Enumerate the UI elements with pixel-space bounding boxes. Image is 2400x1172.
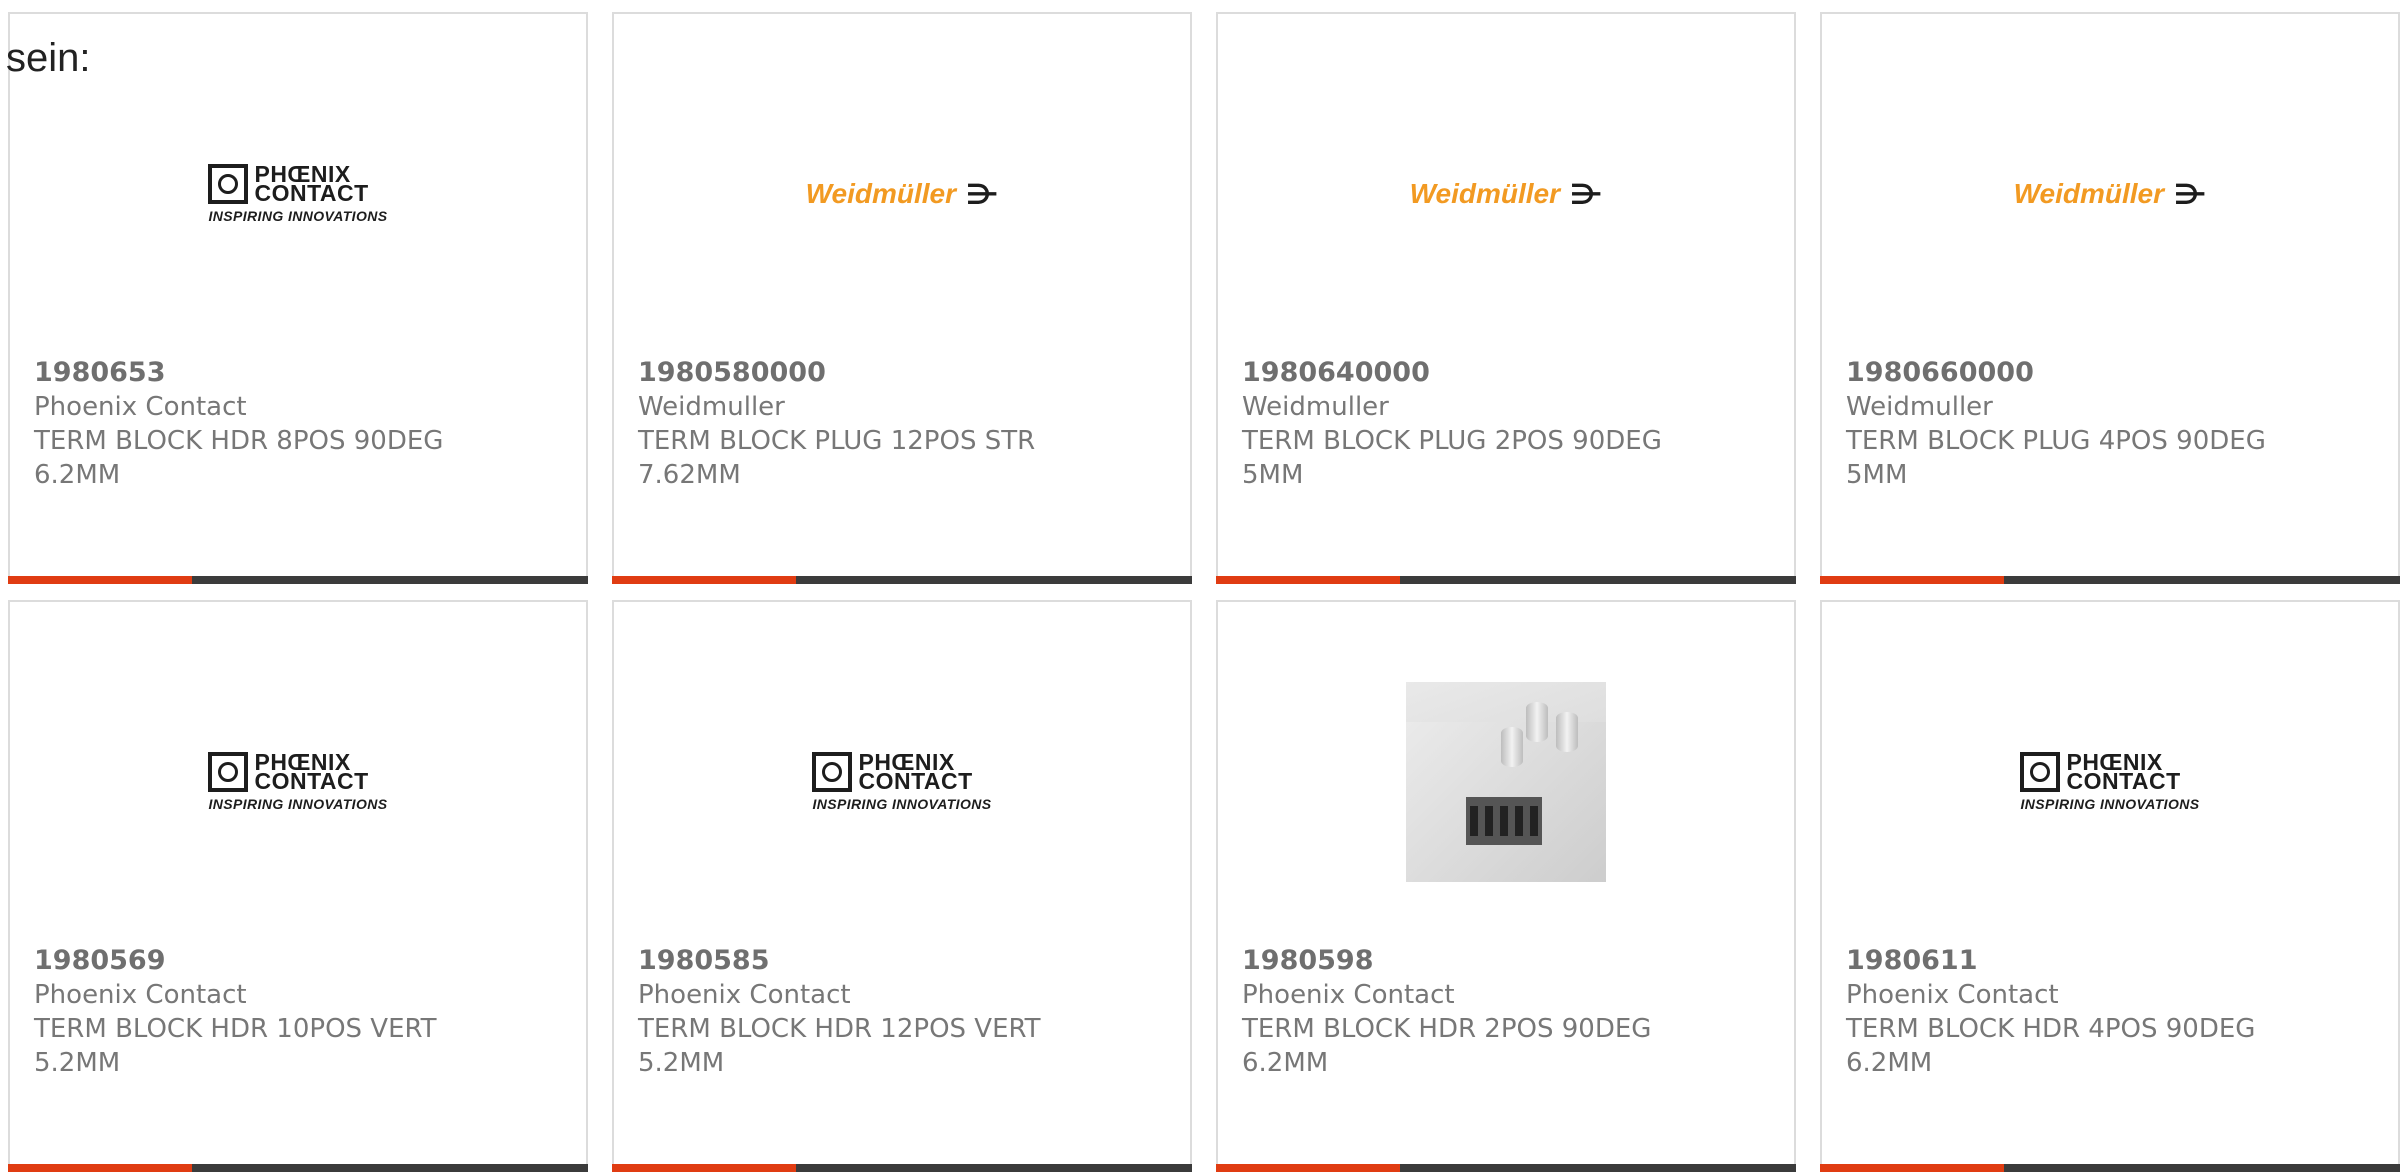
logo-line2: CONTACT	[858, 768, 973, 794]
part-number[interactable]: 1980580000	[638, 356, 1170, 390]
logo-tagline: INSPIRING INNOVATIONS	[208, 796, 388, 812]
manufacturer: Weidmuller	[1242, 392, 1389, 422]
card-bottom-bar	[1216, 576, 1796, 584]
description: TERM BLOCK HDR 12POS VERT 5.2MM	[638, 1014, 1041, 1078]
part-number[interactable]: 1980569	[34, 944, 566, 978]
manufacturer: Phoenix Contact	[1242, 980, 1455, 1010]
manufacturer-logo: PHŒNIX CONTACT INSPIRING INNOVATIONS	[10, 662, 586, 902]
product-image	[1218, 662, 1794, 902]
product-card[interactable]: Weidmüller ⋺ 1980580000 Weidmuller TERM …	[612, 12, 1192, 584]
manufacturer-logo: PHŒNIX CONTACT INSPIRING INNOVATIONS	[614, 662, 1190, 902]
weidmuller-symbol-icon: ⋺	[1569, 177, 1603, 211]
logo-name: Weidmüller	[1409, 178, 1560, 209]
logo-name: Weidmüller	[805, 178, 956, 209]
phoenix-contact-logo: PHŒNIX CONTACT INSPIRING INNOVATIONS	[208, 163, 388, 224]
weidmuller-logo: Weidmüller ⋺	[806, 178, 999, 211]
logo-line2: CONTACT	[254, 768, 369, 794]
description: TERM BLOCK HDR 8POS 90DEG 6.2MM	[34, 426, 444, 490]
manufacturer-logo: PHŒNIX CONTACT INSPIRING INNOVATIONS	[1822, 662, 2398, 902]
manufacturer: Phoenix Contact	[1846, 980, 2059, 1010]
logo-line2: CONTACT	[254, 180, 369, 206]
logo-tagline: INSPIRING INNOVATIONS	[812, 796, 992, 812]
description: TERM BLOCK HDR 2POS 90DEG 6.2MM	[1242, 1014, 1652, 1078]
phoenix-contact-logo: PHŒNIX CONTACT INSPIRING INNOVATIONS	[208, 751, 388, 812]
description: TERM BLOCK PLUG 12POS STR 7.62MM	[638, 426, 1036, 490]
phoenix-contact-logo: PHŒNIX CONTACT INSPIRING INNOVATIONS	[2020, 751, 2200, 812]
manufacturer: Weidmuller	[638, 392, 785, 422]
product-card[interactable]: PHŒNIX CONTACT INSPIRING INNOVATIONS 1980…	[8, 600, 588, 1172]
phoenix-contact-logo: PHŒNIX CONTACT INSPIRING INNOVATIONS	[812, 751, 992, 812]
weidmuller-logo: Weidmüller ⋺	[1410, 178, 1603, 211]
weidmuller-logo: Weidmüller ⋺	[2014, 178, 2207, 211]
manufacturer: Weidmuller	[1846, 392, 1993, 422]
product-card[interactable]: 1980598 Phoenix Contact TERM BLOCK HDR 2…	[1216, 600, 1796, 1172]
product-grid: PHŒNIX CONTACT INSPIRING INNOVATIONS 1980…	[0, 0, 2400, 1172]
phoenix-mark-icon	[2020, 752, 2061, 792]
part-number[interactable]: 1980585	[638, 944, 1170, 978]
part-number[interactable]: 1980598	[1242, 944, 1774, 978]
manufacturer: Phoenix Contact	[34, 392, 247, 422]
card-bottom-bar	[8, 1164, 588, 1172]
phoenix-mark-icon	[812, 752, 853, 792]
manufacturer: Phoenix Contact	[638, 980, 851, 1010]
product-card[interactable]: PHŒNIX CONTACT INSPIRING INNOVATIONS 1980…	[1820, 600, 2400, 1172]
description: TERM BLOCK PLUG 4POS 90DEG 5MM	[1846, 426, 2266, 490]
card-bottom-bar	[8, 576, 588, 584]
product-card[interactable]: PHŒNIX CONTACT INSPIRING INNOVATIONS 1980…	[8, 12, 588, 584]
logo-tagline: INSPIRING INNOVATIONS	[208, 208, 388, 224]
logo-line2: CONTACT	[2066, 768, 2181, 794]
logo-tagline: INSPIRING INNOVATIONS	[2020, 796, 2200, 812]
product-card[interactable]: Weidmüller ⋺ 1980660000 Weidmuller TERM …	[1820, 12, 2400, 584]
part-number[interactable]: 1980640000	[1242, 356, 1774, 390]
card-bottom-bar	[1216, 1164, 1796, 1172]
description: TERM BLOCK HDR 10POS VERT 5.2MM	[34, 1014, 437, 1078]
product-card[interactable]: Weidmüller ⋺ 1980640000 Weidmuller TERM …	[1216, 12, 1796, 584]
phoenix-mark-icon	[208, 164, 249, 204]
part-number[interactable]: 1980653	[34, 356, 566, 390]
intro-text: sein:	[6, 36, 91, 80]
manufacturer-logo: Weidmüller ⋺	[1822, 74, 2398, 314]
part-number[interactable]: 1980611	[1846, 944, 2378, 978]
description: TERM BLOCK PLUG 2POS 90DEG 5MM	[1242, 426, 1662, 490]
product-card[interactable]: PHŒNIX CONTACT INSPIRING INNOVATIONS 1980…	[612, 600, 1192, 1172]
terminal-block-photo	[1406, 682, 1606, 882]
phoenix-mark-icon	[208, 752, 249, 792]
manufacturer-logo: PHŒNIX CONTACT INSPIRING INNOVATIONS	[10, 74, 586, 314]
weidmuller-symbol-icon: ⋺	[2173, 177, 2207, 211]
description: TERM BLOCK HDR 4POS 90DEG 6.2MM	[1846, 1014, 2256, 1078]
card-bottom-bar	[612, 1164, 1192, 1172]
part-number[interactable]: 1980660000	[1846, 356, 2378, 390]
logo-name: Weidmüller	[2013, 178, 2164, 209]
card-bottom-bar	[1820, 1164, 2400, 1172]
card-bottom-bar	[1820, 576, 2400, 584]
manufacturer: Phoenix Contact	[34, 980, 247, 1010]
manufacturer-logo: Weidmüller ⋺	[1218, 74, 1794, 314]
weidmuller-symbol-icon: ⋺	[965, 177, 999, 211]
manufacturer-logo: Weidmüller ⋺	[614, 74, 1190, 314]
card-bottom-bar	[612, 576, 1192, 584]
